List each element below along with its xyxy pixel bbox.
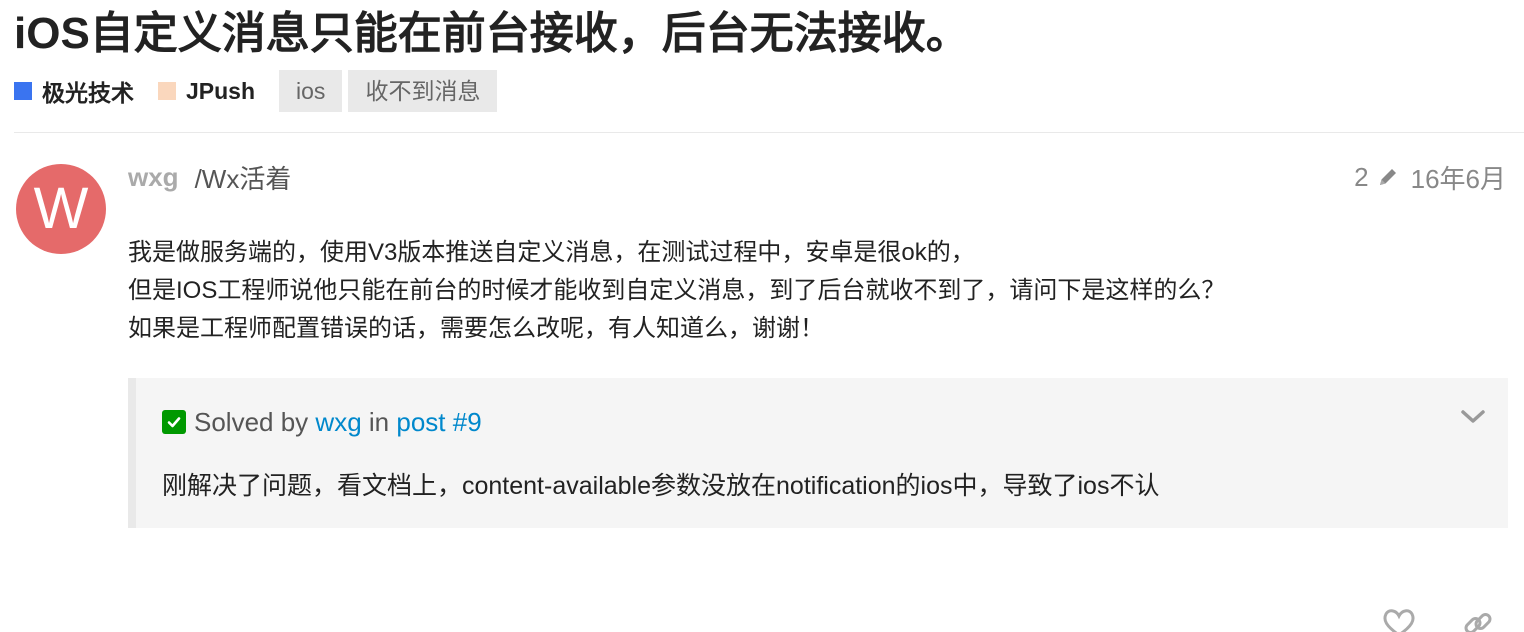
edit-count[interactable]: 2 — [1354, 162, 1368, 193]
category-label: JPush — [186, 77, 256, 104]
category-jpush[interactable]: JPush — [158, 78, 255, 105]
check-icon — [162, 410, 186, 434]
post-author: wxg /Wx活着 — [128, 158, 291, 196]
solved-by-label: Solved by — [194, 406, 309, 437]
post-line: 我是做服务端的，使用V3版本推送自定义消息，在测试过程中，安卓是很ok的， — [128, 239, 975, 266]
heart-icon[interactable] — [1382, 608, 1416, 632]
in-label: in — [368, 406, 390, 437]
post-body: 我是做服务端的，使用V3版本推送自定义消息，在测试过程中，安卓是很ok的， 但是… — [128, 234, 1488, 348]
divider — [14, 132, 1524, 133]
category-label: 极光技术 — [42, 80, 134, 106]
accepted-answer[interactable]: Solved by wxg in post #9 刚解决了问题，看文档上，con… — [128, 378, 1508, 528]
chevron-down-icon[interactable] — [1460, 408, 1486, 431]
post-actions — [1336, 608, 1494, 632]
solution-excerpt: 刚解决了问题，看文档上，content-available参数没放在notifi… — [162, 472, 1160, 500]
category-color-square — [158, 82, 176, 100]
topic-page: iOS自定义消息只能在前台接收，后台无法接收。 极光技术 JPush ios 收… — [0, 0, 1524, 632]
link-icon[interactable] — [1462, 608, 1494, 632]
tag-no-message[interactable]: 收不到消息 — [348, 70, 498, 112]
username[interactable]: wxg — [128, 162, 179, 193]
category-color-square — [14, 82, 32, 100]
avatar[interactable]: W — [16, 164, 106, 254]
solution-author-link[interactable]: wxg — [315, 407, 361, 438]
pencil-icon[interactable] — [1377, 166, 1399, 188]
post-info: 2 16年6月 — [1354, 158, 1506, 196]
solution-post-link[interactable]: post #9 — [396, 407, 481, 438]
post-line: 但是IOS工程师说他只能在前台的时候才能收到自定义消息，到了后台就收不到了，请问… — [128, 277, 1226, 304]
post-date[interactable]: 16年6月 — [1411, 159, 1506, 196]
user-fullname[interactable]: /Wx活着 — [195, 159, 292, 196]
category-jiguang[interactable]: 极光技术 — [14, 74, 134, 108]
post-line: 如果是工程师配置错误的话，需要怎么改呢，有人知道么，谢谢！ — [128, 315, 824, 342]
tag-ios[interactable]: ios — [279, 70, 343, 112]
topic-meta: 极光技术 JPush ios 收不到消息 — [14, 70, 503, 112]
accepted-answer-header: Solved by wxg in post #9 — [162, 402, 482, 442]
topic-title[interactable]: iOS自定义消息只能在前台接收，后台无法接收。 — [14, 8, 970, 60]
